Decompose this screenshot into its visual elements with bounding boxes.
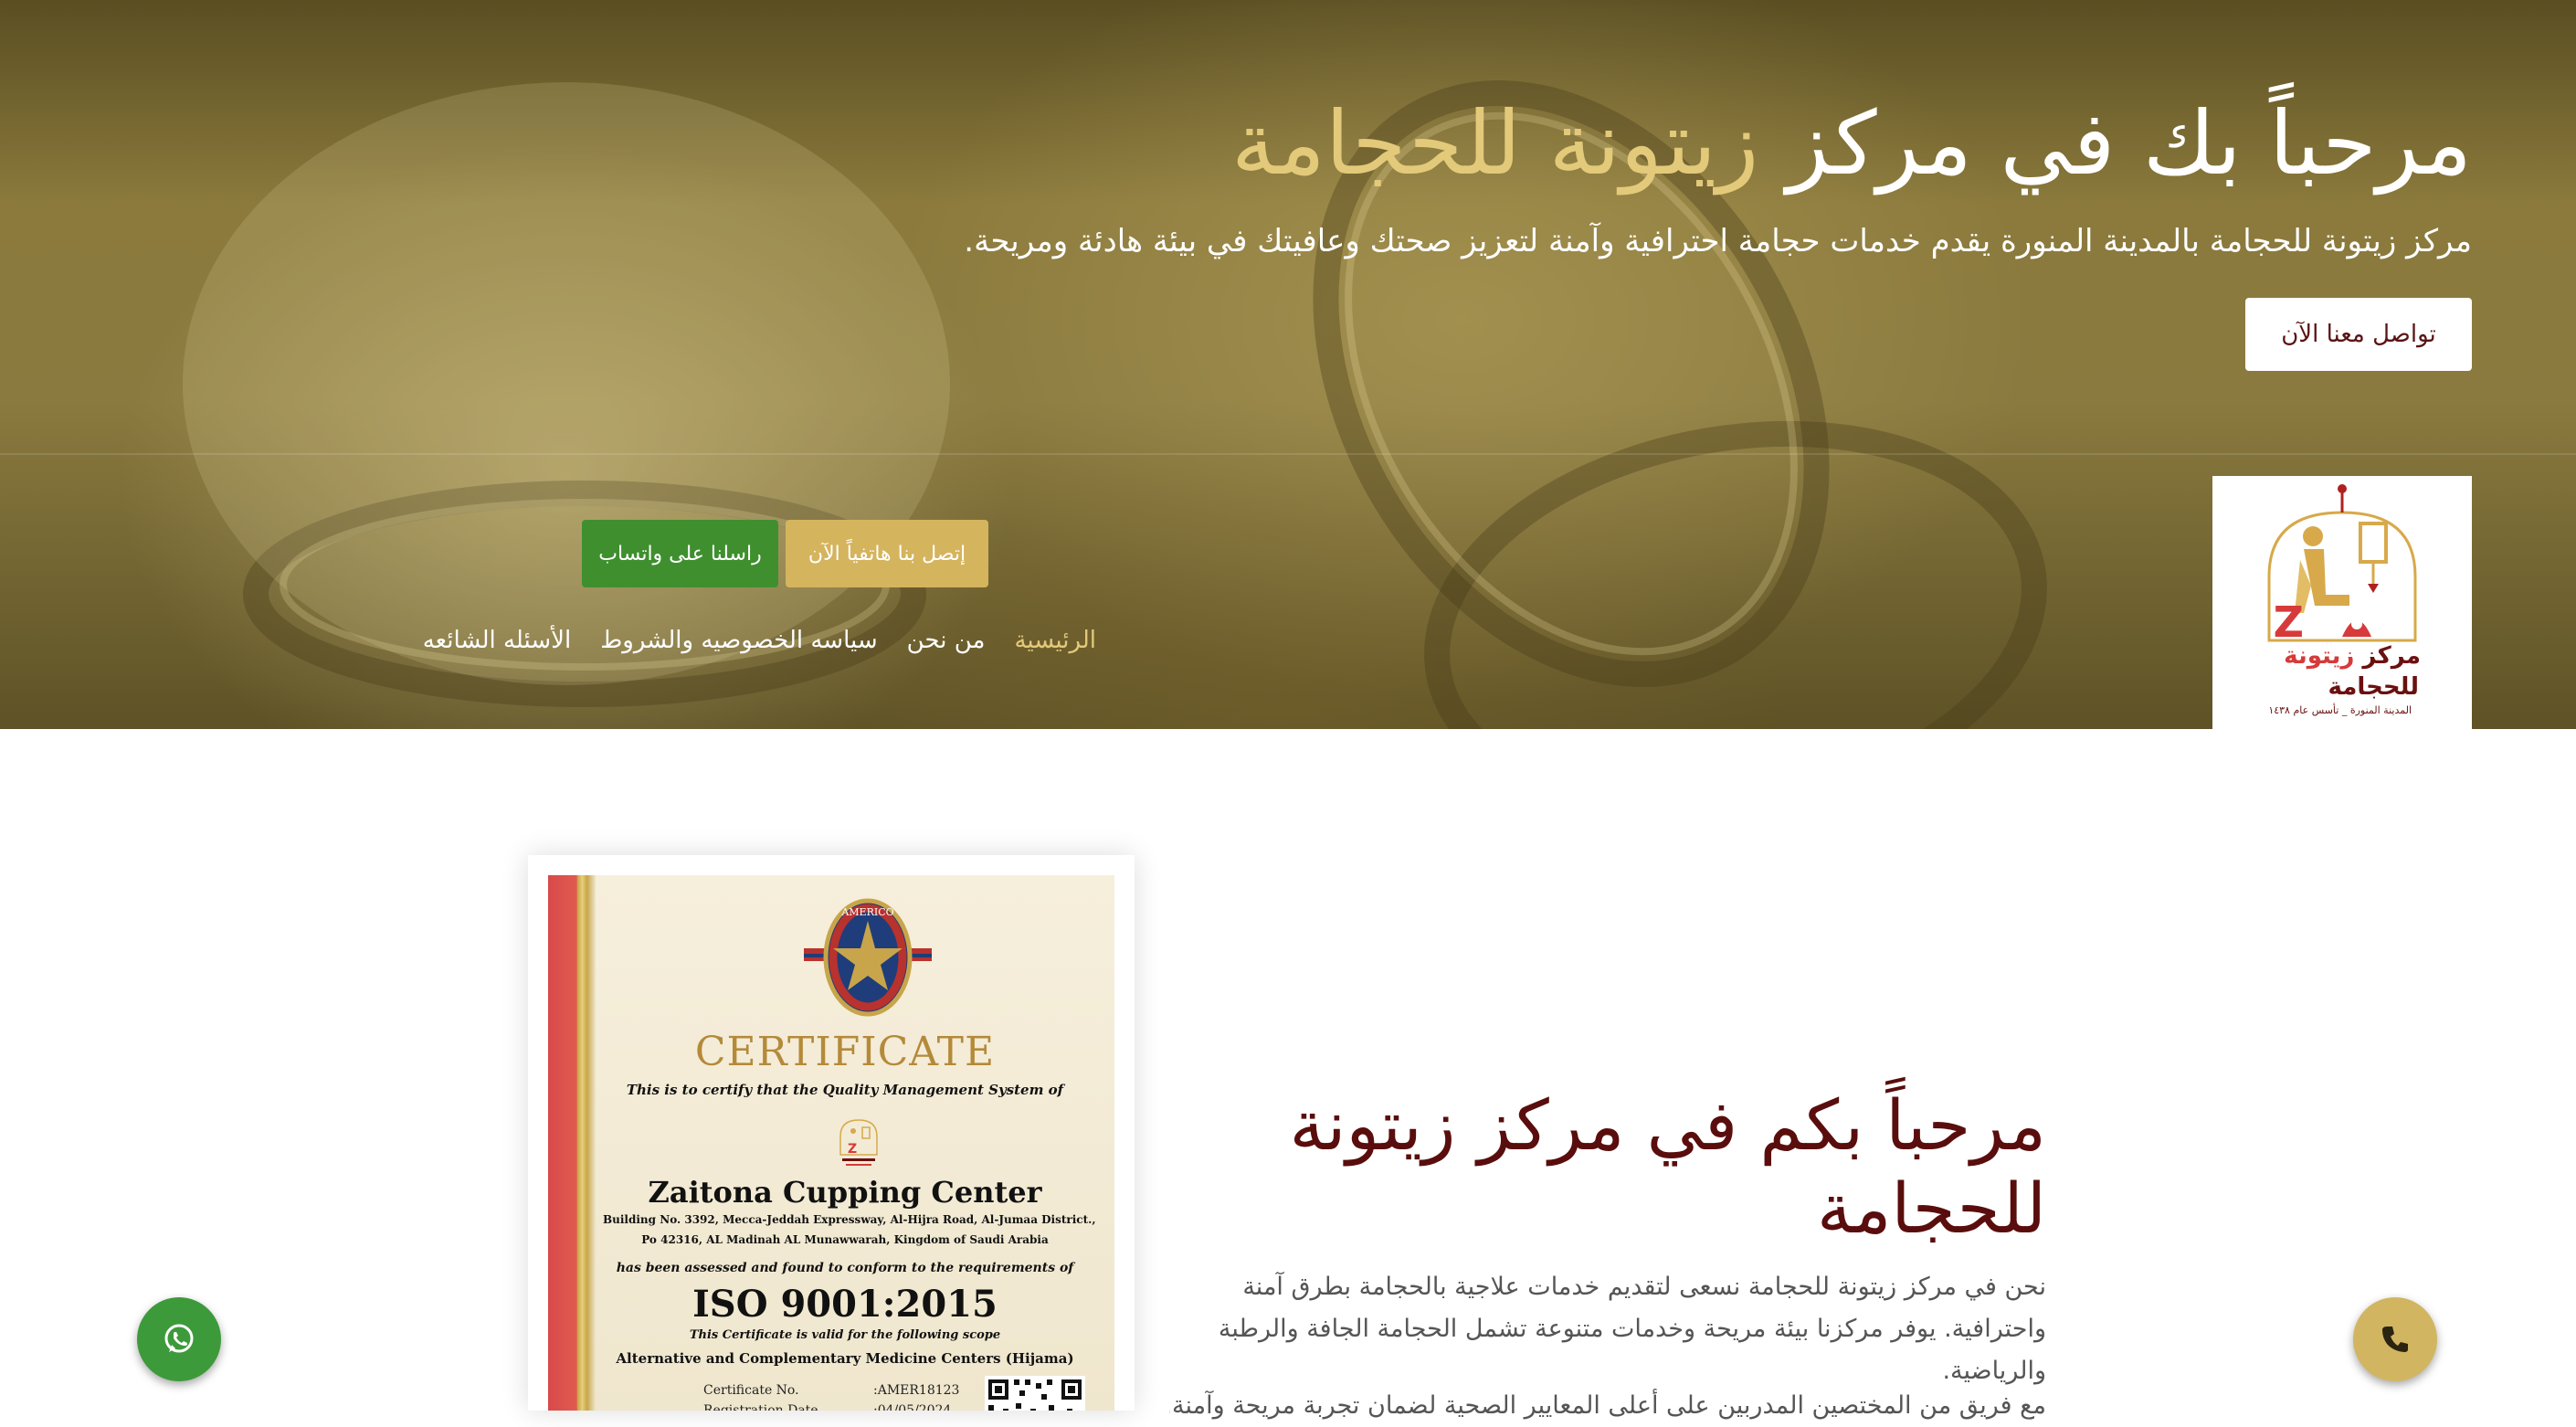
main-nav: الرئيسية من نحن سياسه الخصوصيه والشروط ا… (423, 627, 1096, 654)
certificate-assessed-line: has been assessed and found to conform t… (616, 1261, 1074, 1275)
certificate-valid-line: This Certificate is valid for the follow… (689, 1328, 1001, 1342)
floating-whatsapp-button[interactable] (137, 1297, 221, 1381)
certificate-certify-line: This is to certify that the Quality Mana… (626, 1082, 1064, 1098)
registration-date-label: Registration Date (703, 1403, 818, 1411)
certificate-card: AMERICO CERTIFICATE This is to certify t… (528, 855, 1135, 1411)
logo-text-line2: للحجامة (2328, 673, 2419, 701)
certificate-scope: Alternative and Complementary Medicine C… (616, 1350, 1074, 1367)
logo-text-line1: مركز زيتونة (2284, 642, 2421, 670)
logo-text-dark: مركز (2362, 642, 2421, 670)
certificate-heading: CERTIFICATE (694, 1029, 996, 1075)
nav-item-home[interactable]: الرئيسية (1014, 627, 1096, 654)
hero-title-highlight: زيتونة للحجامة (1230, 92, 1759, 195)
certificate-company-name: Zaitona Cupping Center (648, 1175, 1042, 1210)
certificate-image: AMERICO CERTIFICATE This is to certify t… (548, 875, 1114, 1411)
hero-title: مرحباً بك في مركز زيتونة للحجامة (1231, 91, 2472, 196)
americo-emblem-icon: AMERICO (804, 898, 932, 1017)
call-now-button[interactable]: إتصل بنا هاتفياً الآن (786, 520, 988, 587)
hero-title-part1: مرحباً بك في مركز (1758, 92, 2472, 195)
whatsapp-icon (164, 1324, 194, 1353)
about-title: مرحباً بكم في مركز زيتونة للحجامة (1289, 1084, 2046, 1250)
certificate-standard: ISO 9001:2015 (692, 1283, 998, 1326)
hero-divider (0, 453, 2576, 455)
site-logo[interactable]: Z مركز زيتونة للحجامة المدينة المنورة _ … (2212, 476, 2472, 729)
svg-text:Z: Z (2274, 597, 2304, 647)
certificate-address-line2: Po 42316, AL Madinah AL Munawwarah, King… (641, 1233, 1049, 1246)
certificate-center-logo-icon: Z (839, 1119, 878, 1166)
registration-date-value: :04/05/2024 (873, 1403, 952, 1411)
nav-item-privacy[interactable]: سياسه الخصوصيه والشروط (600, 627, 877, 654)
svg-text:Z: Z (848, 1142, 857, 1157)
logo-text-red: زيتونة (2284, 642, 2355, 670)
certificate-address-line1: Building No. 3392, Mecca-Jeddah Expressw… (603, 1213, 1096, 1226)
hero-section: مرحباً بك في مركز زيتونة للحجامة مركز زي… (0, 0, 2576, 729)
contact-now-button[interactable]: تواصل معنا الآن (2245, 298, 2472, 371)
about-paragraph-2: مع فريق من المختصين المدربين على أعلى ال… (1169, 1391, 2046, 1420)
certificate-number-value: :AMER18123 (873, 1383, 960, 1398)
about-paragraph-1: نحن في مركز زيتونة للحجامة نسعى لتقديم خ… (1218, 1273, 2046, 1385)
hero-subtitle: مركز زيتونة للحجامة بالمدينة المنورة يقد… (964, 223, 2472, 259)
qr-code-icon (985, 1376, 1085, 1411)
whatsapp-button[interactable]: راسلنا على واتساب (582, 520, 778, 587)
svg-text:AMERICO: AMERICO (840, 906, 893, 918)
logo-text-tagline: المدينة المنورة _ تأسس عام ١٤٣٨ (2268, 704, 2412, 716)
certificate-ribbon (548, 875, 596, 1411)
nav-item-faq[interactable]: الأسئله الشائعه (423, 627, 571, 654)
nav-item-about[interactable]: من نحن (907, 627, 986, 654)
certificate-number-label: Certificate No. (703, 1383, 799, 1398)
phone-icon (2382, 1327, 2408, 1352)
floating-phone-button[interactable] (2353, 1297, 2437, 1381)
